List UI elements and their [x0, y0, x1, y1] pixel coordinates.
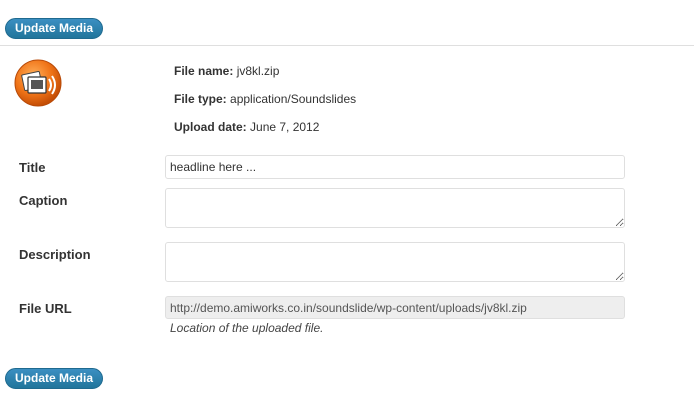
file-name-value: jv8kl.zip	[236, 64, 280, 78]
file-url-label: File URL	[19, 301, 72, 316]
file-url-help: Location of the uploaded file.	[170, 321, 324, 335]
title-input[interactable]	[165, 155, 625, 179]
file-name-label: File name:	[174, 64, 234, 78]
upload-date-value: June 7, 2012	[250, 120, 320, 134]
caption-label: Caption	[19, 193, 68, 208]
update-media-button-top[interactable]: Update Media	[5, 18, 104, 39]
file-type-value: application/Soundslides	[230, 92, 357, 106]
file-url-input[interactable]	[165, 296, 625, 319]
soundslides-media-icon	[14, 59, 62, 107]
file-name-row: File name: jv8kl.zip	[174, 64, 279, 78]
file-type-label: File type:	[174, 92, 227, 106]
file-type-row: File type: application/Soundslides	[174, 92, 356, 106]
upload-date-label: Upload date:	[174, 120, 247, 134]
header-divider	[0, 45, 694, 46]
description-label: Description	[19, 247, 91, 262]
description-textarea[interactable]	[165, 242, 625, 282]
title-label: Title	[19, 160, 46, 175]
update-media-button-bottom[interactable]: Update Media	[5, 368, 104, 389]
caption-textarea[interactable]	[165, 188, 625, 228]
upload-date-row: Upload date: June 7, 2012	[174, 120, 319, 134]
